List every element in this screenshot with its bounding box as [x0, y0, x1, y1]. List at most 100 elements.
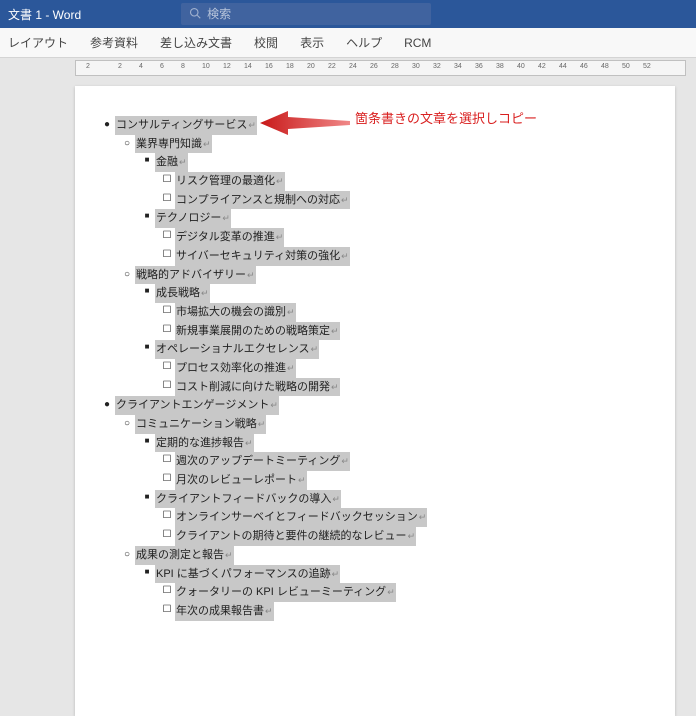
list-item-text[interactable]: クライアントエンゲージメント — [115, 396, 279, 415]
ruler-number: 20 — [307, 63, 315, 70]
ruler-number: 42 — [538, 63, 546, 70]
list-item-text[interactable]: コンサルティングサービス — [115, 116, 257, 135]
bullet-icon: ■ — [139, 153, 155, 167]
list-item[interactable]: ■KPI に基づくパフォーマンスの追跡 — [139, 565, 651, 584]
ruler-number: 32 — [433, 63, 441, 70]
search-input[interactable] — [207, 7, 423, 21]
list-item-text[interactable]: 定期的な進捗報告 — [155, 434, 254, 453]
list-item[interactable]: ●クライアントエンゲージメント — [99, 396, 651, 415]
tab-mailings[interactable]: 差し込み文書 — [160, 34, 232, 51]
bullet-icon: ■ — [139, 490, 155, 504]
list-item-text[interactable]: クライアントの期待と要件の継続的なレビュー — [175, 527, 416, 546]
list-item[interactable]: ☐年次の成果報告書 — [159, 602, 651, 621]
tab-rcm[interactable]: RCM — [404, 36, 431, 50]
list-item-text[interactable]: コスト削減に向けた戦略の開発 — [175, 378, 340, 397]
titlebar: 文書 1 - Word — [0, 0, 696, 28]
ribbon-tabs: レイアウト 参考資料 差し込み文書 校閲 表示 ヘルプ RCM — [0, 28, 696, 58]
list-item-text[interactable]: プロセス効率化の推進 — [175, 359, 296, 378]
ruler-number: 16 — [265, 63, 273, 70]
tab-review[interactable]: 校閲 — [254, 34, 278, 51]
list-item-text[interactable]: 市場拡大の機会の識別 — [175, 303, 296, 322]
bullet-icon: ☐ — [159, 171, 175, 188]
ruler-number: 52 — [643, 63, 651, 70]
bullet-icon: ☐ — [159, 470, 175, 487]
bullet-icon: ☐ — [159, 582, 175, 599]
list-item[interactable]: ☐クライアントの期待と要件の継続的なレビュー — [159, 527, 651, 546]
list-item[interactable]: ■金融 — [139, 153, 651, 172]
tab-help[interactable]: ヘルプ — [346, 34, 382, 51]
search-icon — [189, 7, 201, 22]
search-box[interactable] — [181, 3, 431, 25]
list-item-text[interactable]: クォータリーの KPI レビューミーティング — [175, 583, 396, 602]
ruler-number: 18 — [286, 63, 294, 70]
list-item[interactable]: ☐月次のレビューレポート — [159, 471, 651, 490]
list-item-text[interactable]: 週次のアップデートミーティング — [175, 452, 350, 471]
list-item[interactable]: ○業界専門知識 — [119, 135, 651, 154]
list-item-text[interactable]: オペレーショナルエクセレンス — [155, 340, 319, 359]
list-item-text[interactable]: KPI に基づくパフォーマンスの追跡 — [155, 565, 340, 584]
list-item[interactable]: ■定期的な進捗報告 — [139, 434, 651, 453]
list-item-text[interactable]: 金融 — [155, 153, 188, 172]
list-item[interactable]: ☐リスク管理の最適化 — [159, 172, 651, 191]
list-item[interactable]: ○成果の測定と報告 — [119, 546, 651, 565]
list-item[interactable]: ☐コンプライアンスと規制への対応 — [159, 191, 651, 210]
document-title: 文書 1 - Word — [0, 6, 81, 23]
bullet-icon: ☐ — [159, 507, 175, 524]
list-item-text[interactable]: コンプライアンスと規制への対応 — [175, 191, 350, 210]
bullet-icon: ○ — [119, 415, 135, 432]
list-item[interactable]: ☐デジタル変革の推進 — [159, 228, 651, 247]
list-item-text[interactable]: 新規事業展開のための戦略策定 — [175, 322, 340, 341]
ruler-number: 4 — [139, 63, 143, 70]
tab-references[interactable]: 参考資料 — [90, 34, 138, 51]
bullet-icon: ■ — [139, 340, 155, 354]
list-item-text[interactable]: デジタル変革の推進 — [175, 228, 284, 247]
ruler-number: 26 — [370, 63, 378, 70]
bullet-icon: ■ — [139, 565, 155, 579]
list-item-text[interactable]: コミュニケーション戦略 — [135, 415, 266, 434]
list-item-text[interactable]: サイバーセキュリティ対策の強化 — [175, 247, 350, 266]
ruler-number: 2 — [118, 63, 122, 70]
list-item[interactable]: ■オペレーショナルエクセレンス — [139, 340, 651, 359]
list-item-text[interactable]: 年次の成果報告書 — [175, 602, 274, 621]
bullet-icon: ☐ — [159, 377, 175, 394]
list-item[interactable]: ☐サイバーセキュリティ対策の強化 — [159, 247, 651, 266]
tab-view[interactable]: 表示 — [300, 34, 324, 51]
list-item-text[interactable]: 成長戦略 — [155, 284, 210, 303]
page[interactable]: ●コンサルティングサービス○業界専門知識■金融☐リスク管理の最適化☐コンプライア… — [75, 86, 675, 716]
list-item[interactable]: ■テクノロジー — [139, 209, 651, 228]
bullet-icon: ☐ — [159, 358, 175, 375]
list-item-text[interactable]: オンラインサーベイとフィードバックセッション — [175, 508, 427, 527]
list-item-text[interactable]: 戦略的アドバイザリー — [135, 266, 256, 285]
list-item-text[interactable]: 月次のレビューレポート — [175, 471, 307, 490]
list-item[interactable]: ○コミュニケーション戦略 — [119, 415, 651, 434]
list-item[interactable]: ☐プロセス効率化の推進 — [159, 359, 651, 378]
ruler-number: 36 — [475, 63, 483, 70]
ruler-number: 40 — [517, 63, 525, 70]
bullet-icon: ☐ — [159, 246, 175, 263]
ruler-number: 10 — [202, 63, 210, 70]
bullet-icon: ☐ — [159, 601, 175, 618]
list-item[interactable]: ■成長戦略 — [139, 284, 651, 303]
bullet-icon: ○ — [119, 546, 135, 563]
ruler[interactable]: 2246810121416182022242628303234363840424… — [0, 58, 696, 78]
list-item[interactable]: ☐クォータリーの KPI レビューミーティング — [159, 583, 651, 602]
bullet-icon: ☐ — [159, 190, 175, 207]
list-item-text[interactable]: 成果の測定と報告 — [135, 546, 234, 565]
list-item[interactable]: ☐オンラインサーベイとフィードバックセッション — [159, 508, 651, 527]
list-item-text[interactable]: リスク管理の最適化 — [175, 172, 285, 191]
arrow-icon — [260, 108, 350, 143]
list-item-text[interactable]: 業界専門知識 — [135, 135, 212, 154]
list-item[interactable]: ☐週次のアップデートミーティング — [159, 452, 651, 471]
list-item-text[interactable]: クライアントフィードバックの導入 — [155, 490, 341, 509]
list-item[interactable]: ○戦略的アドバイザリー — [119, 266, 651, 285]
page-container: ●コンサルティングサービス○業界専門知識■金融☐リスク管理の最適化☐コンプライア… — [0, 78, 696, 716]
list-item[interactable]: ☐市場拡大の機会の識別 — [159, 303, 651, 322]
list-item[interactable]: ☐コスト削減に向けた戦略の開発 — [159, 378, 651, 397]
ruler-number: 46 — [580, 63, 588, 70]
bullet-icon: ☐ — [159, 451, 175, 468]
ruler-number: 6 — [160, 63, 164, 70]
list-item-text[interactable]: テクノロジー — [155, 209, 231, 228]
list-item[interactable]: ☐新規事業展開のための戦略策定 — [159, 322, 651, 341]
list-item[interactable]: ■クライアントフィードバックの導入 — [139, 490, 651, 509]
tab-layout[interactable]: レイアウト — [8, 34, 68, 51]
